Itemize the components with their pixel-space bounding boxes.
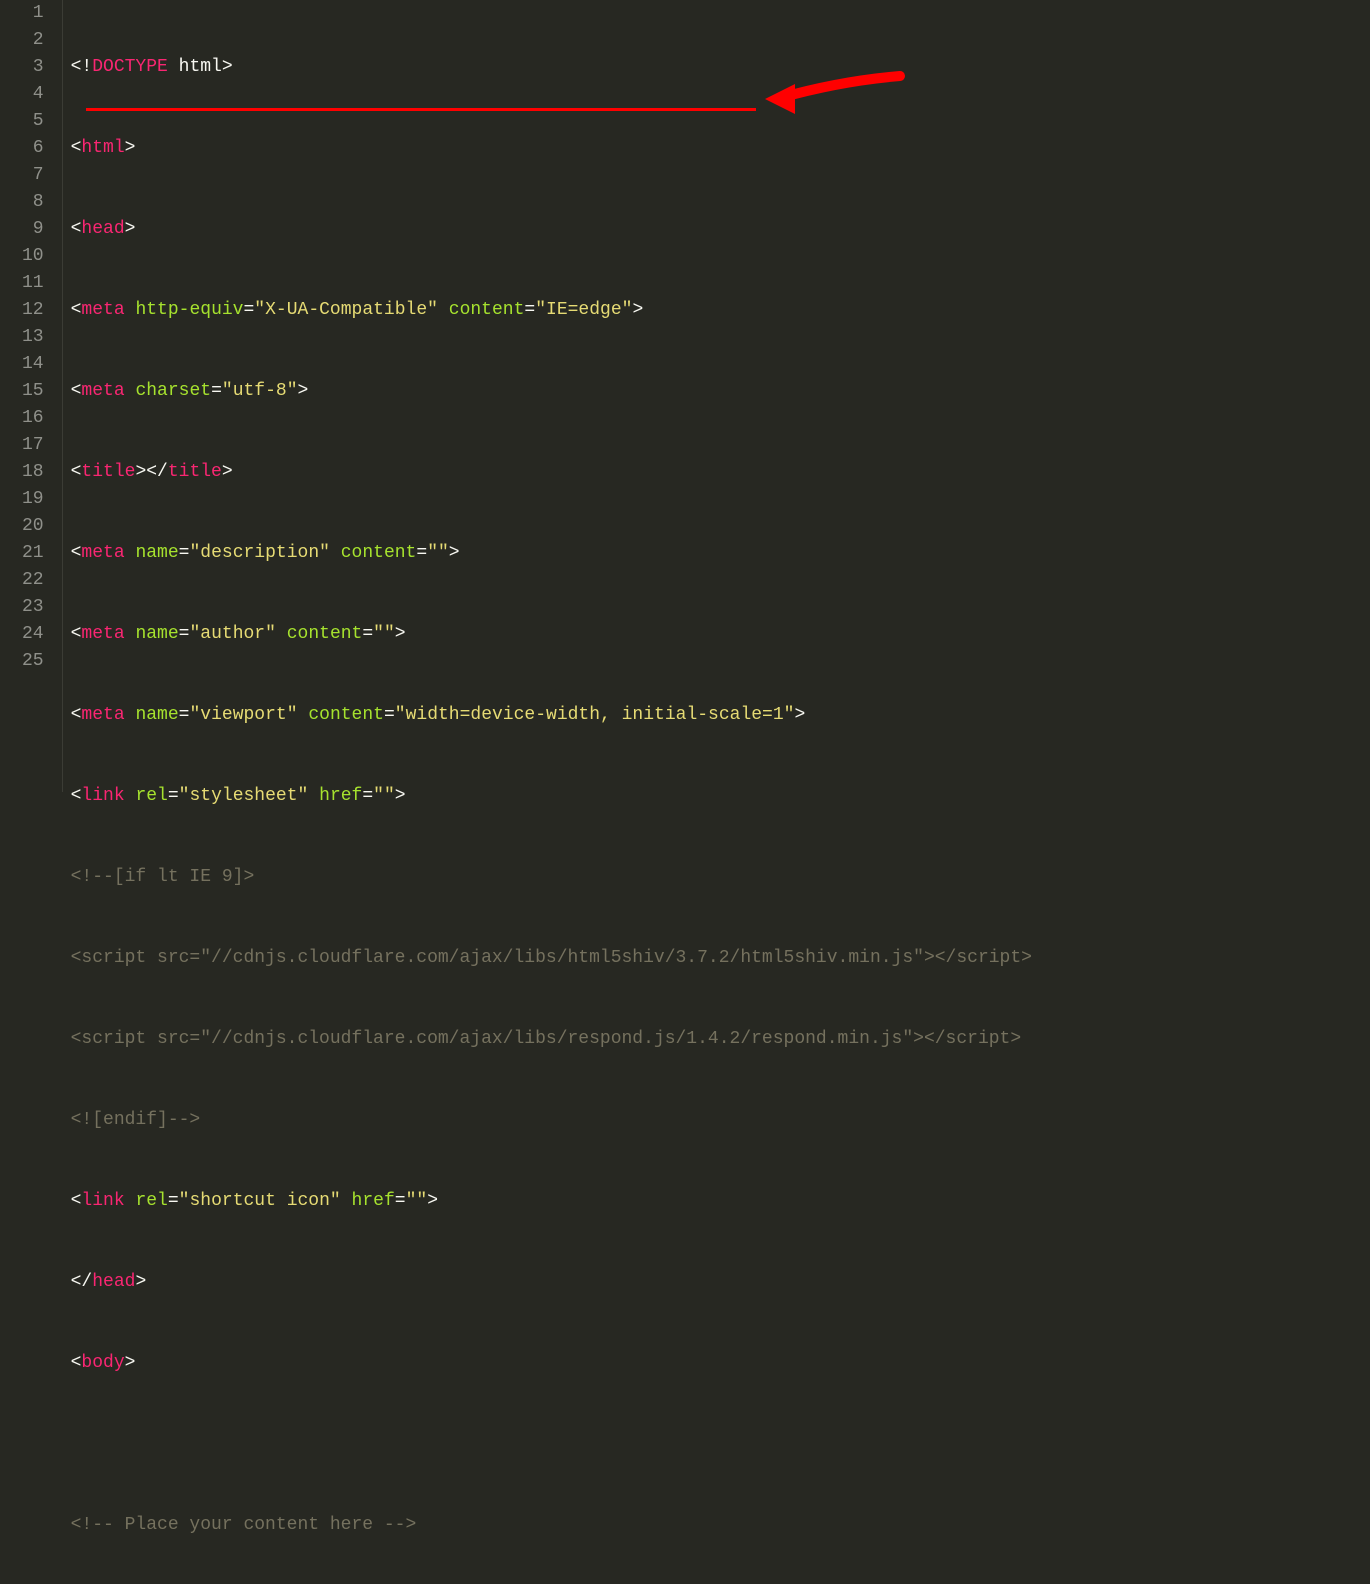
line-number: 7 [22,162,44,189]
code-line[interactable]: <link rel="stylesheet" href=""> [71,783,1370,810]
line-number: 15 [22,378,44,405]
line-number: 6 [22,135,44,162]
line-number: 9 [22,216,44,243]
line-number: 22 [22,567,44,594]
code-line[interactable]: <![endif]--> [71,1107,1370,1134]
code-line[interactable]: <body> [71,1350,1370,1377]
line-number: 20 [22,513,44,540]
line-number: 3 [22,54,44,81]
line-number: 14 [22,351,44,378]
line-number: 23 [22,594,44,621]
line-number: 4 [22,81,44,108]
code-line[interactable]: <link rel="shortcut icon" href=""> [71,1188,1370,1215]
line-number: 19 [22,486,44,513]
code-editor[interactable]: 1 2 3 4 5 6 7 8 9 10 11 12 13 14 15 16 1… [0,0,1370,792]
code-line[interactable]: <meta name="author" content=""> [71,621,1370,648]
code-line[interactable]: </head> [71,1269,1370,1296]
line-number: 18 [22,459,44,486]
code-line[interactable]: <title></title> [71,459,1370,486]
code-line[interactable]: <!--[if lt IE 9]> [71,864,1370,891]
line-number: 10 [22,243,44,270]
code-line[interactable]: <meta name="viewport" content="width=dev… [71,702,1370,729]
line-number-gutter: 1 2 3 4 5 6 7 8 9 10 11 12 13 14 15 16 1… [0,0,63,792]
code-line[interactable]: <meta name="description" content=""> [71,540,1370,567]
line-number: 21 [22,540,44,567]
code-line[interactable]: <meta http-equiv="X-UA-Compatible" conte… [71,297,1370,324]
line-number: 16 [22,405,44,432]
code-line[interactable]: <head> [71,216,1370,243]
code-area[interactable]: <!DOCTYPE html> <html> <head> <meta http… [63,0,1370,792]
line-number: 17 [22,432,44,459]
annotation-underline [86,108,756,111]
code-line[interactable]: <script src="//cdnjs.cloudflare.com/ajax… [71,1026,1370,1053]
line-number: 12 [22,297,44,324]
line-number: 24 [22,621,44,648]
line-number: 8 [22,189,44,216]
code-line[interactable]: <!-- Place your content here --> [71,1512,1370,1539]
line-number: 5 [22,108,44,135]
code-line[interactable]: <meta charset="utf-8"> [71,378,1370,405]
line-number: 2 [22,27,44,54]
line-number: 13 [22,324,44,351]
code-line[interactable]: <html> [71,135,1370,162]
code-line[interactable]: <script src="//cdnjs.cloudflare.com/ajax… [71,945,1370,972]
line-number: 1 [22,0,44,27]
code-line[interactable]: <!DOCTYPE html> [71,54,1370,81]
annotation-arrow-icon [760,66,910,126]
line-number: 25 [22,648,44,675]
code-line[interactable] [71,1431,1370,1458]
line-number: 11 [22,270,44,297]
